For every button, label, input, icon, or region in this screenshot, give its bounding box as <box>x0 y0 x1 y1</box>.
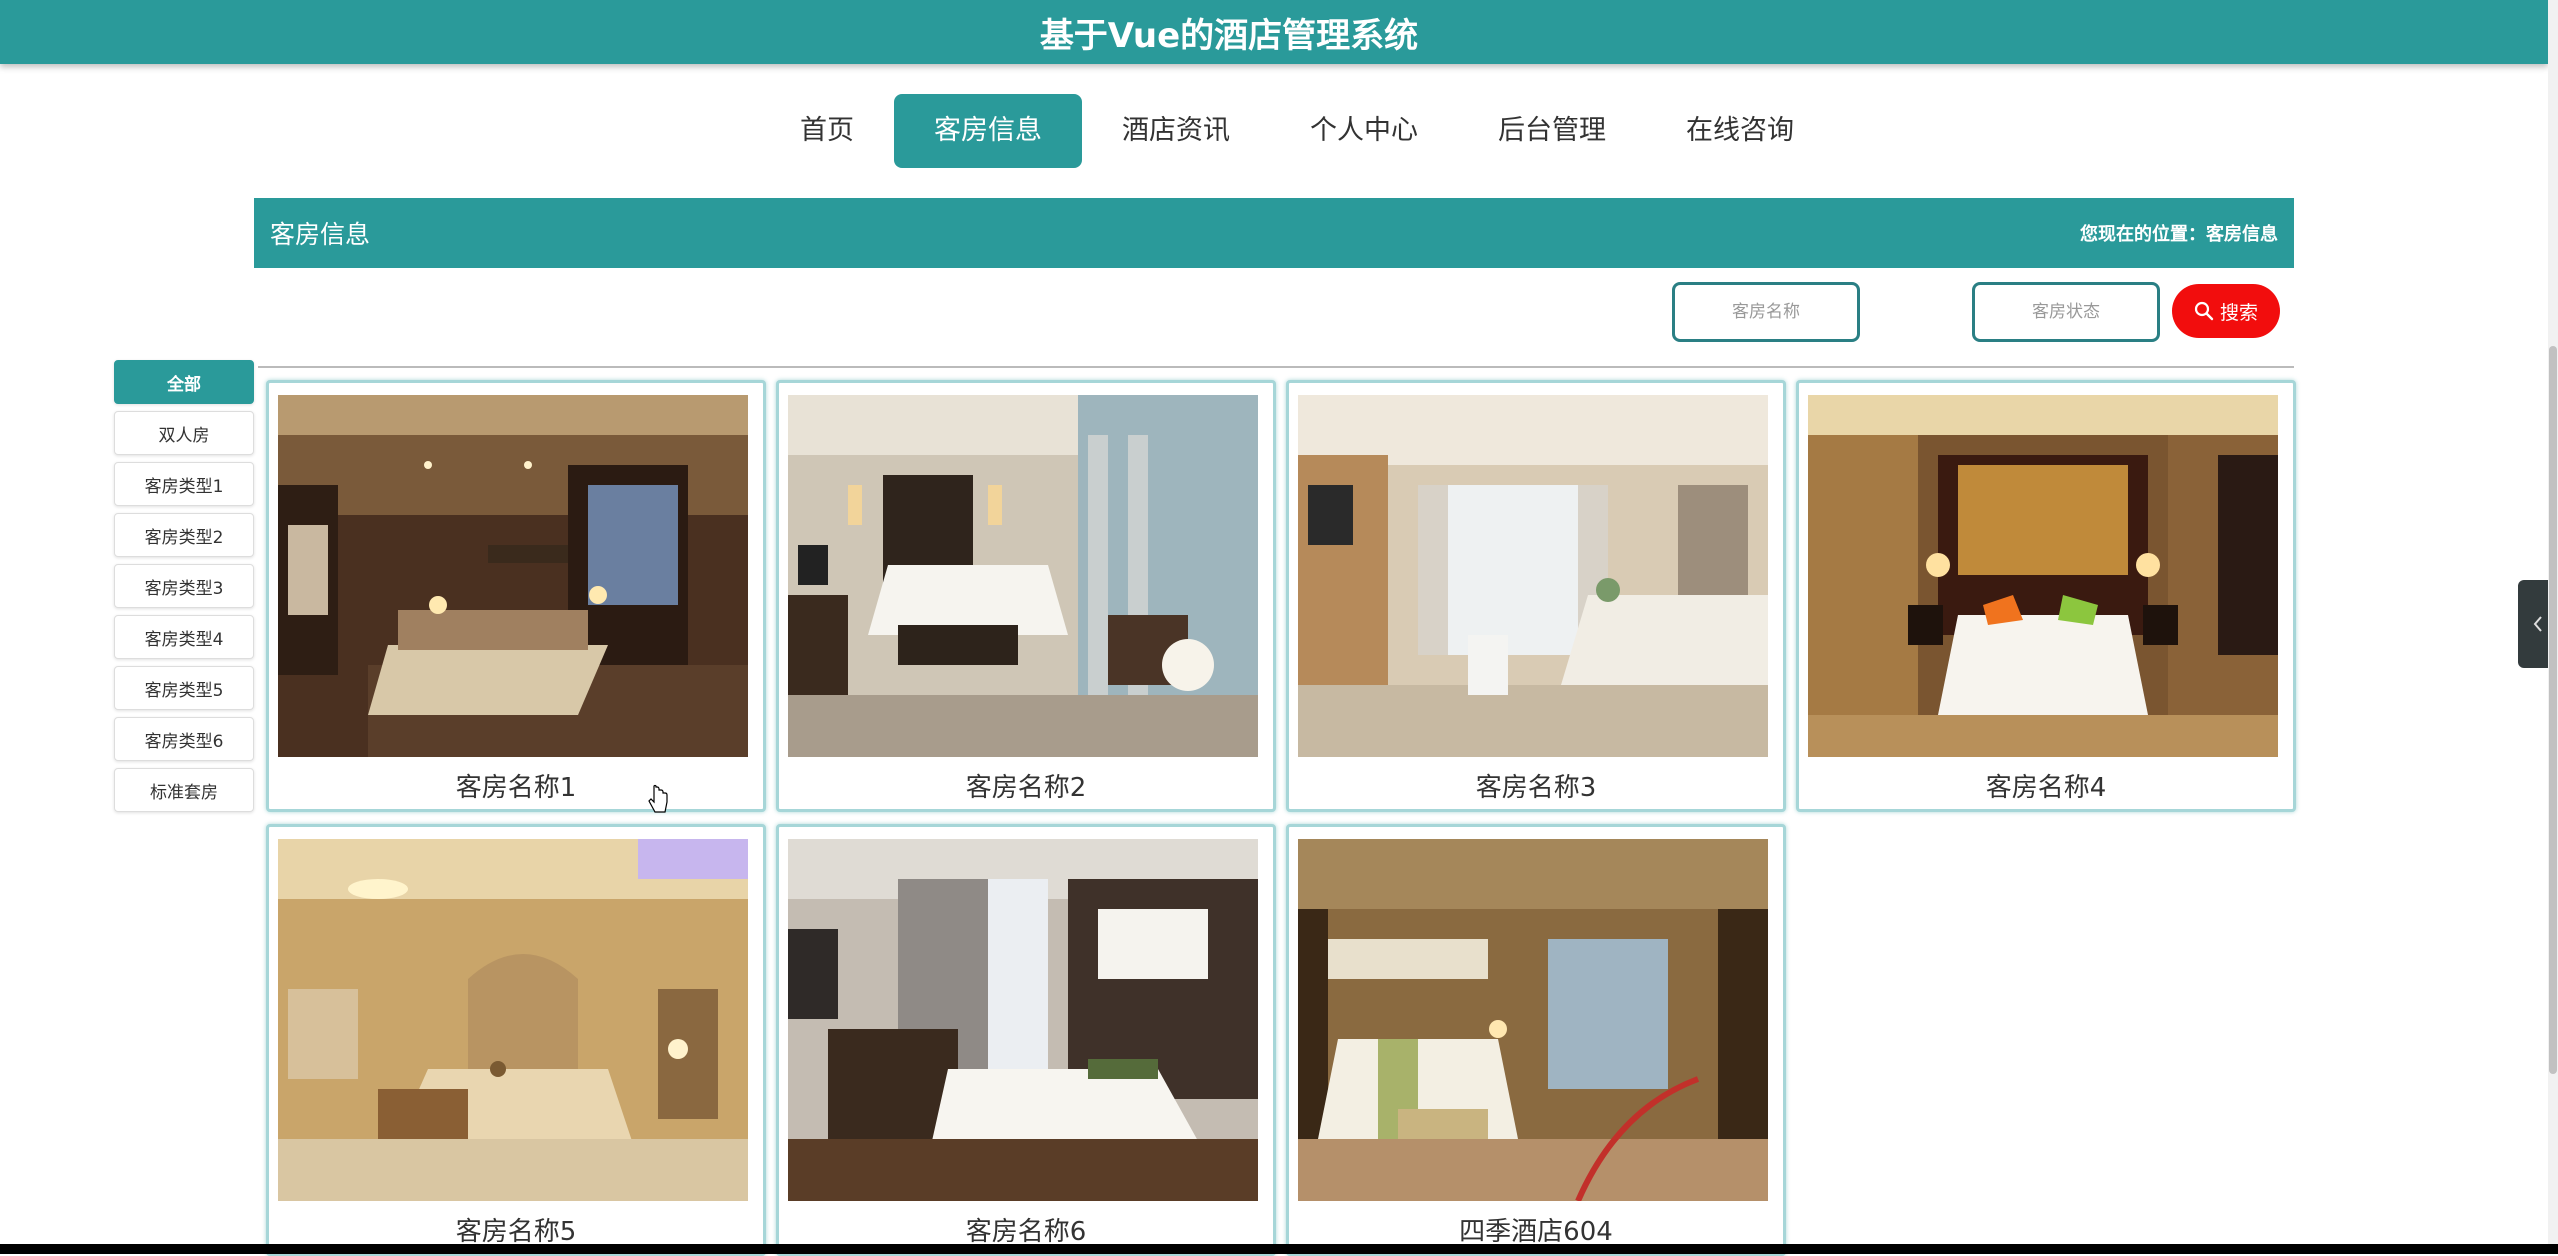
room-card[interactable]: 客房名称5 <box>266 824 766 1256</box>
breadcrumb: 您现在的位置：客房信息 <box>2080 224 2278 245</box>
category-double[interactable]: 双人房 <box>114 411 254 455</box>
room-name: 客房名称2 <box>965 773 1087 803</box>
section-title: 客房信息 <box>270 220 371 249</box>
category-type4[interactable]: 客房类型4 <box>114 615 254 659</box>
bottom-edge <box>0 1244 2558 1254</box>
site-title: 基于Vue的酒店管理系统 <box>1039 15 1419 56</box>
nav-consult[interactable]: 在线咨询 <box>1646 94 1834 168</box>
room-photo <box>1298 395 1768 757</box>
category-all[interactable]: 全部 <box>114 360 254 404</box>
room-name: 四季酒店604 <box>1459 1217 1613 1247</box>
room-card[interactable]: 客房名称6 <box>776 824 1276 1256</box>
nav-profile[interactable]: 个人中心 <box>1270 94 1458 168</box>
search-icon <box>2194 301 2214 321</box>
room-name: 客房名称1 <box>455 773 577 803</box>
search-button[interactable]: 搜索 <box>2172 284 2280 338</box>
room-name: 客房名称5 <box>455 1217 577 1247</box>
room-status-input[interactable] <box>1972 282 2160 342</box>
room-photo <box>278 839 748 1201</box>
room-card[interactable]: 客房名称2 <box>776 380 1276 812</box>
category-standard-suite[interactable]: 标准套房 <box>114 768 254 812</box>
category-type5[interactable]: 客房类型5 <box>114 666 254 710</box>
nav-rooms[interactable]: 客房信息 <box>894 94 1082 168</box>
room-photo <box>788 839 1258 1201</box>
room-photo <box>1808 395 2278 757</box>
room-card[interactable]: 客房名称4 <box>1796 380 2296 812</box>
nav-news[interactable]: 酒店资讯 <box>1082 94 1270 168</box>
room-card[interactable]: 四季酒店604 <box>1286 824 1786 1256</box>
search-button-label: 搜索 <box>2219 302 2258 324</box>
room-photo <box>788 395 1258 757</box>
room-name: 客房名称3 <box>1475 773 1597 803</box>
category-type3[interactable]: 客房类型3 <box>114 564 254 608</box>
category-type1[interactable]: 客房类型1 <box>114 462 254 506</box>
room-photo <box>278 395 748 757</box>
category-type6[interactable]: 客房类型6 <box>114 717 254 761</box>
category-sidebar: 全部 双人房 客房类型1 客房类型2 客房类型3 客房类型4 客房类型5 客房类… <box>114 360 254 819</box>
room-card[interactable]: 客房名称1 <box>266 380 766 812</box>
room-card[interactable]: 客房名称3 <box>1286 380 1786 812</box>
breadcrumb-banner: 客房信息 您现在的位置：客房信息 <box>254 198 2294 268</box>
category-type2[interactable]: 客房类型2 <box>114 513 254 557</box>
title-bar: 基于Vue的酒店管理系统 <box>0 0 2548 64</box>
room-name: 客房名称4 <box>1985 773 2107 803</box>
scrollbar-thumb[interactable] <box>2549 346 2557 1074</box>
room-name: 客房名称6 <box>965 1217 1087 1247</box>
chevron-left-icon <box>2533 616 2542 632</box>
nav-admin[interactable]: 后台管理 <box>1458 94 1646 168</box>
main-nav: 首页 客房信息 酒店资讯 个人中心 后台管理 在线咨询 <box>760 94 1834 168</box>
divider <box>258 366 2294 368</box>
mouse-pointer-icon <box>648 784 668 813</box>
room-name-input[interactable] <box>1672 282 1860 342</box>
room-photo <box>1298 839 1768 1201</box>
nav-home[interactable]: 首页 <box>760 94 894 168</box>
